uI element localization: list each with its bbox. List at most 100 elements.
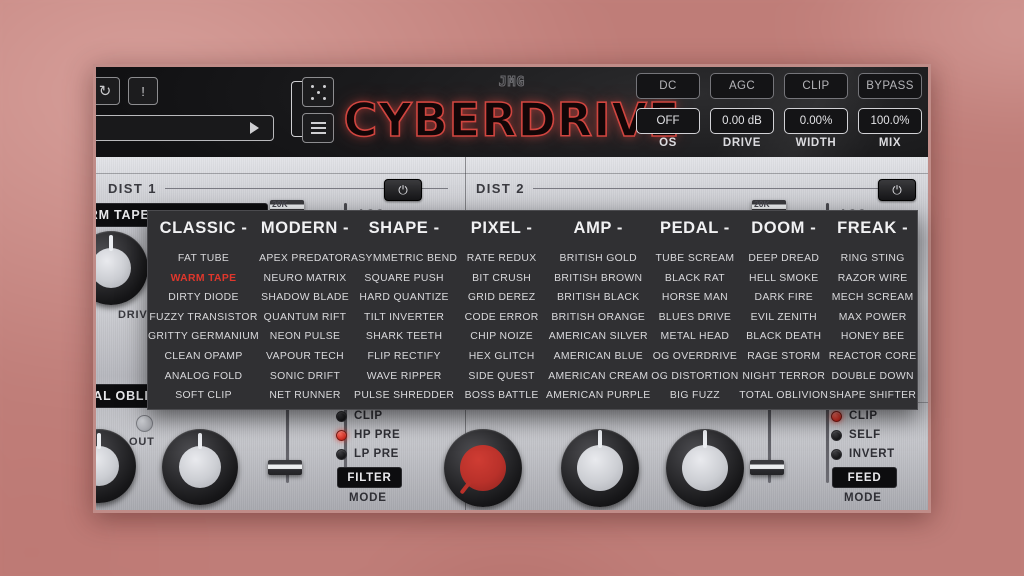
dropdown-item[interactable]: CODE ERROR <box>465 308 539 328</box>
dropdown-item[interactable]: WARM TAPE <box>171 269 237 289</box>
dropdown-item[interactable]: SOFT CLIP <box>175 386 232 406</box>
dropdown-item[interactable]: BIT CRUSH <box>472 269 531 289</box>
dropdown-item[interactable]: BRITISH GOLD <box>560 249 638 269</box>
dropdown-item[interactable]: NIGHT TERROR <box>742 367 825 387</box>
dropdown-item[interactable]: DOUBLE DOWN <box>831 367 913 387</box>
dist1-power-button[interactable]: ⏻ <box>384 179 422 201</box>
undo-redo-button[interactable]: ↻ <box>96 77 120 105</box>
dropdown-item[interactable]: BRITISH BROWN <box>554 269 642 289</box>
dist1-filter-button[interactable]: FILTER <box>337 467 402 488</box>
dropdown-item[interactable]: NEURO MATRIX <box>263 269 346 289</box>
dist1-fader-handle-a2[interactable] <box>268 460 302 475</box>
dropdown-item[interactable]: CLEAN OPAMP <box>164 347 242 367</box>
dropdown-item[interactable]: ASYMMETRIC BEND <box>351 249 457 269</box>
dropdown-item[interactable]: HONEY BEE <box>841 327 905 347</box>
dropdown-item[interactable]: RAZOR WIRE <box>838 269 908 289</box>
dropdown-item[interactable]: ANALOG FOLD <box>165 367 243 387</box>
dropdown-column-header[interactable]: FREAK - <box>837 219 908 238</box>
dropdown-item[interactable]: NET RUNNER <box>269 386 340 406</box>
dropdown-item[interactable]: BRITISH ORANGE <box>551 308 645 328</box>
dropdown-item[interactable]: HEX GLITCH <box>469 347 535 367</box>
width-value[interactable]: 0.00% <box>784 108 848 134</box>
drive-value[interactable]: 0.00 dB <box>710 108 774 134</box>
dropdown-item[interactable]: BLACK DEATH <box>746 327 821 347</box>
alert-button[interactable]: ! <box>128 77 158 105</box>
dropdown-item[interactable]: BIG FUZZ <box>670 386 720 406</box>
dist2-fader-handle-a2[interactable] <box>750 460 784 475</box>
dropdown-item[interactable]: FAT TUBE <box>178 249 229 269</box>
dropdown-item[interactable]: HORSE MAN <box>662 288 728 308</box>
dropdown-item[interactable]: BRITISH BLACK <box>557 288 640 308</box>
dropdown-item[interactable]: AMERICAN BLUE <box>554 347 643 367</box>
dist2-mode-value[interactable]: 12dB <box>832 510 897 513</box>
dropdown-item[interactable]: VAPOUR TECH <box>266 347 344 367</box>
dist1-drive-knob[interactable] <box>96 231 148 305</box>
dropdown-column-header[interactable]: PEDAL - <box>660 219 730 238</box>
dropdown-item[interactable]: WAVE RIPPER <box>367 367 442 387</box>
dropdown-item[interactable]: GRITTY GERMANIUM <box>148 327 259 347</box>
dropdown-item[interactable]: MAX POWER <box>839 308 907 328</box>
dist2-led-self[interactable]: SELF <box>831 429 881 441</box>
dropdown-item[interactable]: HELL SMOKE <box>749 269 819 289</box>
dropdown-item[interactable]: TILT INVERTER <box>364 308 444 328</box>
dropdown-item[interactable]: APEX PREDATOR <box>259 249 351 269</box>
dropdown-item[interactable]: BOSS BATTLE <box>465 386 539 406</box>
dropdown-item[interactable]: RATE REDUX <box>467 249 537 269</box>
dropdown-item[interactable]: AMERICAN SILVER <box>549 327 648 347</box>
dropdown-item[interactable]: SONIC DRIFT <box>270 367 340 387</box>
dropdown-item[interactable]: EVIL ZENITH <box>751 308 817 328</box>
dropdown-item[interactable]: RING STING <box>841 249 905 269</box>
dropdown-item[interactable]: BLUES DRIVE <box>659 308 732 328</box>
menu-button[interactable] <box>302 113 334 143</box>
preset-browser-button[interactable] <box>96 115 274 141</box>
dropdown-item[interactable]: METAL HEAD <box>661 327 730 347</box>
dropdown-item[interactable]: QUANTUM RIFT <box>264 308 347 328</box>
dropdown-item[interactable]: GRID DEREZ <box>468 288 536 308</box>
mix-value[interactable]: 100.0% <box>858 108 922 134</box>
dropdown-column-header[interactable]: DOOM - <box>751 219 816 238</box>
dist1-led-clip[interactable]: CLIP <box>336 410 383 422</box>
dropdown-item[interactable]: HARD QUANTIZE <box>359 288 448 308</box>
dropdown-item[interactable]: SHARK TEETH <box>366 327 442 347</box>
agc-toggle[interactable]: AGC <box>710 73 774 99</box>
dropdown-item[interactable]: AMERICAN PURPLE <box>546 386 651 406</box>
dist2-feed-button[interactable]: FEED <box>832 467 897 488</box>
dropdown-item[interactable]: OG OVERDRIVE <box>653 347 737 367</box>
dist2-led-clip[interactable]: CLIP <box>831 410 878 422</box>
dropdown-item[interactable]: DIRTY DIODE <box>168 288 238 308</box>
dropdown-column-header[interactable]: MODERN - <box>261 219 349 238</box>
dropdown-item[interactable]: SQUARE PUSH <box>364 269 444 289</box>
dropdown-item[interactable]: PULSE SHREDDER <box>354 386 454 406</box>
dropdown-item[interactable]: RAGE STORM <box>747 347 820 367</box>
dropdown-item[interactable]: CHIP NOIZE <box>470 327 533 347</box>
dropdown-column-header[interactable]: CLASSIC - <box>160 219 248 238</box>
dist2-power-button[interactable]: ⏻ <box>878 179 916 201</box>
dist1-led-lp[interactable]: LP PRE <box>336 448 399 460</box>
preset-dropdown-menu[interactable]: CLASSIC - FAT TUBE WARM TAPE DIRTY DIODE FUZ… <box>147 210 918 410</box>
dropdown-item[interactable]: NEON PULSE <box>270 327 340 347</box>
dropdown-item[interactable]: DEEP DREAD <box>748 249 819 269</box>
dc-toggle[interactable]: DC <box>636 73 700 99</box>
dist1-knob-2b[interactable] <box>162 429 238 505</box>
dropdown-item[interactable]: REACTOR CORE <box>829 347 917 367</box>
dist2-knob-a[interactable] <box>444 429 522 507</box>
dropdown-column-header[interactable]: SHAPE - <box>369 219 440 238</box>
dist2-knob-c[interactable] <box>666 429 744 507</box>
dist1-mode-value[interactable]: 12dB <box>337 510 402 513</box>
dropdown-column-header[interactable]: PIXEL - <box>471 219 533 238</box>
randomize-button[interactable] <box>302 77 334 107</box>
dropdown-item[interactable]: TOTAL OBLIVION <box>739 386 828 406</box>
dropdown-item[interactable]: TUBE SCREAM <box>655 249 734 269</box>
dist2-knob-b[interactable] <box>561 429 639 507</box>
dropdown-item[interactable]: AMERICAN CREAM <box>548 367 648 387</box>
dropdown-item[interactable]: MECH SCREAM <box>832 288 914 308</box>
bypass-toggle[interactable]: BYPASS <box>858 73 922 99</box>
os-value[interactable]: OFF <box>636 108 700 134</box>
dropdown-item[interactable]: SIDE QUEST <box>468 367 534 387</box>
dropdown-column-header[interactable]: AMP - <box>574 219 623 238</box>
dropdown-item[interactable]: SHADOW BLADE <box>261 288 349 308</box>
clip-toggle[interactable]: CLIP <box>784 73 848 99</box>
dist1-led-hp[interactable]: HP PRE <box>336 429 400 441</box>
dist1-out-knob-2[interactable] <box>136 415 153 432</box>
dropdown-item[interactable]: FLIP RECTIFY <box>367 347 440 367</box>
